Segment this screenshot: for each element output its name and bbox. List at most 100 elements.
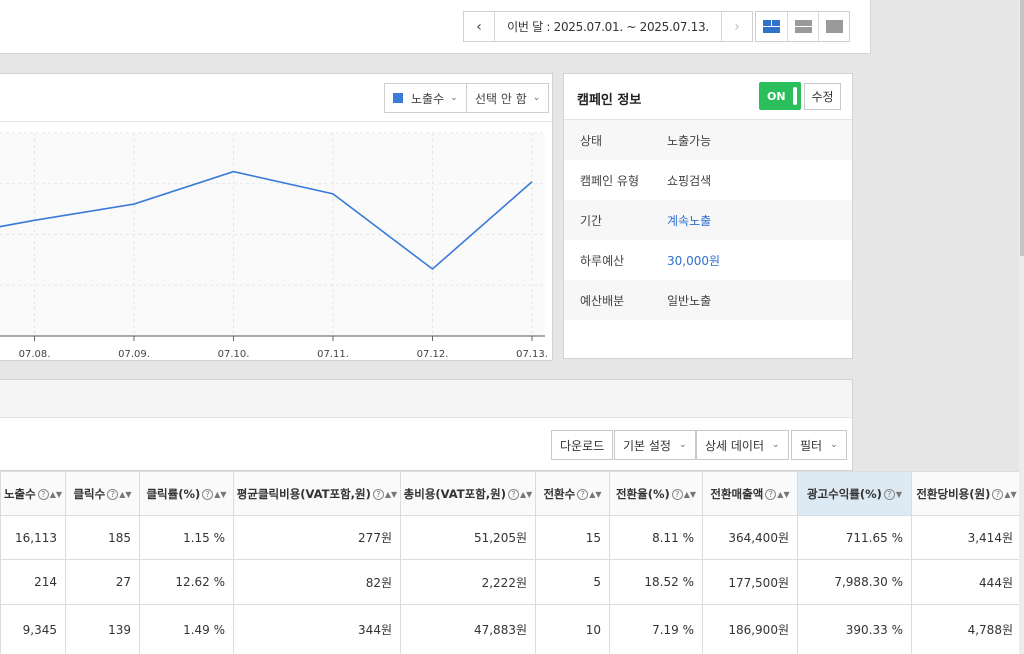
help-icon[interactable]: ? [37,488,49,500]
table-row: 214 27 12.62 % 82원 2,222원 5 18.52 % 177,… [0,559,1022,605]
chevron-left-icon: ‹ [476,18,482,35]
detail-value: 일반노출 [667,293,712,308]
sort-desc-icon[interactable]: ▼ [896,490,902,499]
table-cell: 364,400원 [702,515,798,560]
table-cell: 9,345 [0,604,66,654]
detail-data-select[interactable]: 상세 데이터 ⌄ [696,430,789,460]
sort-icon[interactable]: ▲▼ [214,490,226,499]
help-icon[interactable]: ? [992,488,1004,500]
chevron-right-icon: › [734,18,740,35]
column-label: 클릭수 [73,486,106,501]
period-link[interactable]: 계속노출 [667,212,711,229]
column-header[interactable]: 클릭률(%)? ▲▼ [139,471,234,516]
column-label: 평균클릭비용(VAT포함,원) [236,486,371,501]
sort-icon[interactable]: ▲▼ [589,490,601,499]
column-header[interactable]: 노출수? ▲▼ [0,471,66,516]
table-cell: 4,788원 [911,604,1022,654]
column-label: 전환율(%) [615,486,670,501]
help-icon[interactable]: ? [372,488,384,500]
column-header[interactable]: 전환수? ▲▼ [535,471,610,516]
detail-row-budget-distribution: 예산배분 일반노출 [564,280,852,320]
compare-select[interactable]: 선택 안 함 ⌄ [466,83,550,113]
chevron-down-icon: ⌄ [772,440,780,450]
detail-value: 쇼핑검색 [667,173,712,188]
sort-icon[interactable]: ▲▼ [119,490,131,499]
table-cell: 444원 [911,559,1022,605]
table-cell: 711.65 % [797,515,912,560]
detail-row-period: 기간 계속노출 [564,200,852,240]
date-range-picker[interactable]: ‹ 이번 달 : 2025.07.01. ~ 2025.07.13. › [463,11,753,42]
edit-campaign-button[interactable]: 수정 [804,83,841,110]
detail-row-status: 상태 노출가능 [564,120,852,160]
table-cell: 2,222원 [400,559,536,605]
table-cell: 51,205원 [400,515,536,560]
prev-period-button[interactable]: ‹ [464,12,495,41]
download-button[interactable]: 다운로드 [551,430,614,460]
tabs-strip [0,380,852,418]
campaign-info-panel: 캠페인 정보 ON 수정 상태 노출가능 캠페인 유형 쇼핑검색 기간 계속노출… [563,73,853,359]
table-cell: 1.49 % [139,604,234,654]
daily-budget-link[interactable]: 30,000원 [667,252,720,269]
column-label: 전환당비용(원) [916,486,991,501]
chart-header: 노출수 ⌄ 선택 안 함 ⌄ [0,74,552,122]
sort-icon[interactable]: ▲▼ [385,490,397,499]
column-label: 전환매출액 [710,486,764,501]
sort-icon[interactable]: ▲▼ [520,490,532,499]
table-cell: 1.15 % [139,515,234,560]
table-row: 9,345 139 1.49 % 344원 47,883원 10 7.19 % … [0,604,1022,654]
chevron-down-icon: ⌄ [830,440,838,450]
date-range-label[interactable]: 이번 달 : 2025.07.01. ~ 2025.07.13. [495,18,721,35]
x-tick-label: 07.11. [317,349,349,360]
sort-icon[interactable]: ▲▼ [50,490,62,499]
sort-icon[interactable]: ▲▼ [1004,490,1016,499]
view-single-button[interactable] [818,12,849,41]
help-icon[interactable]: ? [883,488,895,500]
page-scrollbar[interactable] [1019,0,1024,654]
column-header[interactable]: 전환율(%)? ▲▼ [609,471,703,516]
help-icon[interactable]: ? [508,488,520,500]
table-cell: 47,883원 [400,604,536,654]
help-icon[interactable]: ? [107,488,119,500]
basic-settings-label: 기본 설정 [623,438,671,453]
table-cell: 16,113 [0,515,66,560]
table-cell: 15 [535,515,610,560]
help-icon[interactable]: ? [671,488,683,500]
campaign-status-toggle[interactable]: ON [759,82,801,110]
grid-view-icon [763,20,780,33]
table-header-row: 노출수? ▲▼ 클릭수? ▲▼ 클릭률(%)? ▲▼ 평균클릭비용(VAT포함,원)?… [0,471,1022,516]
column-header[interactable]: 전환당비용(원)? ▲▼ [911,471,1022,516]
sort-icon[interactable]: ▲▼ [777,490,789,499]
metric-select-label: 노출수 [411,91,445,106]
view-stack-button[interactable] [787,12,818,41]
table-cell: 7.19 % [609,604,703,654]
x-tick-label: 07.10. [218,349,250,360]
filter-label: 필터 [800,438,823,453]
column-header[interactable]: 클릭수? ▲▼ [65,471,140,516]
table-cell: 12.62 % [139,559,234,605]
help-icon[interactable]: ? [765,488,777,500]
help-icon[interactable]: ? [577,488,589,500]
column-header[interactable]: 전환매출액? ▲▼ [702,471,798,516]
column-header[interactable]: 총비용(VAT포함,원)? ▲▼ [400,471,536,516]
scrollbar-thumb[interactable] [1020,0,1024,256]
column-label: 노출수 [3,486,36,501]
detail-row-type: 캠페인 유형 쇼핑검색 [564,160,852,200]
single-view-icon [825,20,843,33]
chevron-down-icon: ⌄ [532,93,541,103]
metric-select[interactable]: 노출수 ⌄ [384,83,467,113]
filter-select[interactable]: 필터 ⌄ [791,430,847,460]
x-tick-label: 07.09. [118,349,150,360]
column-header-sorted[interactable]: 광고수익률(%)? ▼ [797,471,912,516]
next-period-button[interactable]: › [721,12,752,41]
table-cell: 27 [65,559,140,605]
view-split-button[interactable] [756,12,787,41]
help-icon[interactable]: ? [202,488,214,500]
basic-settings-select[interactable]: 기본 설정 ⌄ [614,430,696,460]
sort-icon[interactable]: ▲▼ [684,490,696,499]
table-cell: 10 [535,604,610,654]
view-mode-group [755,11,850,42]
chevron-down-icon: ⌄ [678,440,687,450]
column-header[interactable]: 평균클릭비용(VAT포함,원)? ▲▼ [233,471,401,516]
series-color-swatch [393,93,403,103]
campaign-title: 캠페인 정보 [577,93,642,108]
